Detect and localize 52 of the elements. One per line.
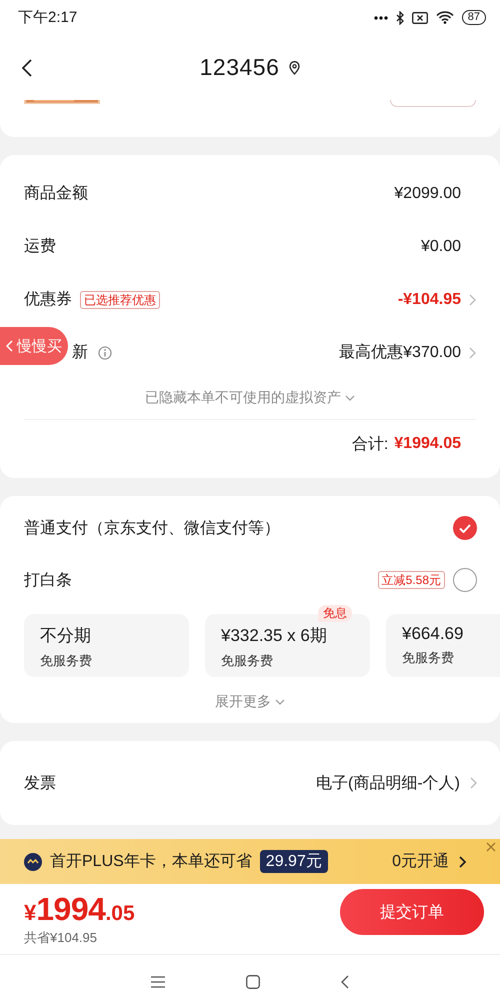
page-title: 123456 <box>200 54 280 81</box>
more-dots-icon <box>374 16 388 20</box>
row-label: 优惠券 <box>24 290 72 310</box>
savings-amount: 29.97元 <box>260 850 328 873</box>
close-icon[interactable] <box>486 842 496 852</box>
installment-option[interactable]: 不分期 免服务费 <box>24 614 189 677</box>
plus-promo-text: 首开PLUS年卡，本单还可省 <box>50 852 252 872</box>
total-amount: ¥1994.05 <box>394 435 461 453</box>
chevron-icon <box>469 346 476 358</box>
menu-icon[interactable] <box>150 976 165 988</box>
back-icon <box>6 340 13 352</box>
installment-option[interactable]: ¥664.69 免服务费 <box>386 614 500 677</box>
total-price: ¥1994.05 <box>24 891 136 928</box>
bluetooth-icon <box>396 10 404 24</box>
payment-option[interactable]: 打白条 <box>24 570 72 590</box>
home-icon[interactable] <box>246 975 260 989</box>
chevron-icon <box>459 856 466 868</box>
row-label: 运费 <box>24 236 56 257</box>
coupon-tag: 已选推荐优惠 <box>80 290 160 308</box>
back-icon[interactable] <box>341 975 350 989</box>
sim-off-icon <box>412 12 428 24</box>
status-time: 下午2:17 <box>18 8 78 27</box>
row-value: ¥0.00 <box>420 238 461 256</box>
row-value: -¥104.95 <box>398 290 461 308</box>
wifi-icon <box>436 11 454 24</box>
expand-icon <box>275 699 285 705</box>
expand-more-link[interactable]: 展开更多 <box>215 693 271 711</box>
hidden-assets-note[interactable]: 已隐藏本单不可使用的虚拟资产 <box>145 389 341 407</box>
row-value: 最高优惠¥370.00 <box>339 342 461 363</box>
total-label: 合计: <box>352 434 388 454</box>
row-label: 商品金额 <box>24 184 88 204</box>
info-icon[interactable] <box>98 346 112 360</box>
radio-button[interactable] <box>453 516 477 540</box>
battery-level: 87 <box>462 10 486 25</box>
open-plus-button[interactable]: 0元开通 <box>392 851 466 872</box>
radio-button[interactable] <box>453 568 477 592</box>
location-icon <box>289 60 300 74</box>
savings-text: 共省¥104.95 <box>24 929 98 947</box>
expand-icon <box>345 395 355 401</box>
chevron-icon <box>470 777 477 789</box>
discount-tag: 立减5.58元 <box>378 571 445 589</box>
interest-free-badge: 免息 <box>318 605 352 622</box>
invoice-label: 发票 <box>24 774 56 794</box>
row-label: 新 <box>72 342 88 363</box>
back-icon <box>22 59 32 77</box>
payment-option[interactable]: 普通支付（京东支付、微信支付等） <box>24 518 280 538</box>
invoice-value[interactable]: 电子(商品明细-个人) <box>316 772 460 794</box>
submit-order-button[interactable]: 提交订单 <box>340 889 484 935</box>
chevron-icon <box>469 294 476 306</box>
row-value: ¥2099.00 <box>394 184 461 202</box>
check-icon <box>459 524 471 532</box>
plus-logo-icon <box>24 852 42 870</box>
